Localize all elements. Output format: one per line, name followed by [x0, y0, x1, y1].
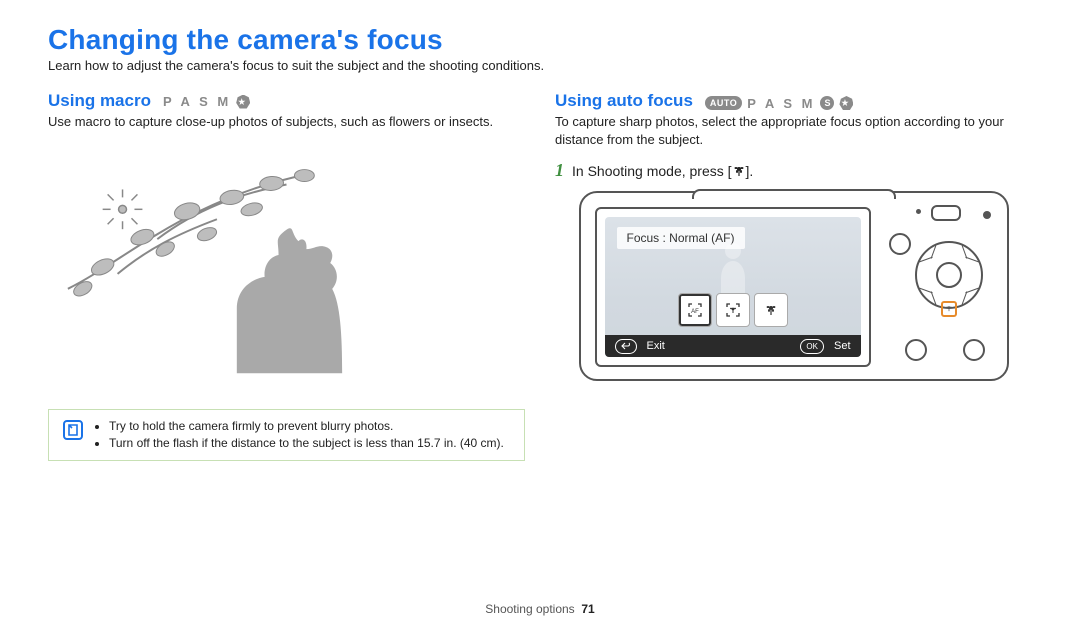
note-item: Turn off the flash if the distance to th… [109, 435, 504, 452]
mode-auto-icon: AUTO [705, 96, 742, 110]
mode-letters: P A S M [747, 96, 815, 111]
mode-magic-icon [236, 95, 250, 109]
page-title: Changing the camera's focus [48, 24, 1032, 56]
dpad-ok-button[interactable] [936, 262, 962, 288]
flower-person-illustration-svg [48, 139, 525, 379]
led-indicator-icon [916, 209, 921, 214]
set-label: Set [834, 340, 851, 352]
macro-body-text: Use macro to capture close-up photos of … [48, 113, 525, 131]
mode-magic-icon [839, 96, 853, 110]
screen-bottom-bar: Exit OK Set [605, 335, 861, 357]
left-column: Using macro P A S M Use macro to capture… [48, 91, 525, 461]
macro-button-icon [732, 164, 746, 181]
section-title-autofocus: Using auto focus [555, 91, 693, 111]
step-text-suffix: ]. [746, 163, 754, 179]
footer-section: Shooting options [485, 602, 574, 616]
step-1: 1 In Shooting mode, press [ ]. [555, 160, 1032, 181]
page-footer: Shooting options 71 [0, 602, 1080, 616]
zoom-button-icon[interactable] [889, 233, 911, 255]
ok-key-icon: OK [800, 339, 824, 354]
dpad-macro-key-highlight[interactable] [941, 301, 957, 317]
step-text: In Shooting mode, press [ ]. [572, 163, 753, 181]
camera-back-illustration: Focus : Normal (AF) AF [579, 191, 1009, 381]
step-number: 1 [555, 160, 564, 181]
macro-mode-badges: P A S M [163, 94, 250, 109]
focus-option-macro-af-icon[interactable] [716, 293, 750, 327]
mode-button-icon[interactable] [931, 205, 961, 221]
exit-label: Exit [647, 340, 665, 352]
step-text-prefix: In Shooting mode, press [ [572, 163, 732, 179]
note-list: Try to hold the camera firmly to prevent… [95, 418, 504, 453]
mode-s-icon: S [820, 96, 834, 110]
page-subtitle: Learn how to adjust the camera's focus t… [48, 58, 1032, 73]
record-button-icon[interactable] [983, 211, 991, 219]
note-item: Try to hold the camera firmly to prevent… [109, 418, 504, 435]
back-key-icon [615, 339, 637, 354]
autofocus-body-text: To capture sharp photos, select the appr… [555, 113, 1032, 148]
note-box: Try to hold the camera firmly to prevent… [48, 409, 525, 462]
svg-text:AF: AF [691, 309, 699, 315]
note-icon [63, 420, 83, 440]
focus-option-macro-icon[interactable] [754, 293, 788, 327]
mode-letters: P A S M [163, 94, 231, 109]
footer-page-number: 71 [581, 602, 594, 616]
focus-option-normal-af-icon[interactable]: AF [678, 293, 712, 327]
focus-option-row: AF [678, 293, 788, 327]
dpad[interactable] [915, 241, 983, 309]
macro-illustration [48, 139, 525, 379]
fn-button-icon[interactable] [963, 339, 985, 361]
section-title-macro: Using macro [48, 91, 151, 111]
autofocus-mode-badges: AUTO P A S M S [705, 96, 854, 111]
right-column: Using auto focus AUTO P A S M S To captu… [555, 91, 1032, 461]
camera-screen: Focus : Normal (AF) AF [595, 207, 871, 367]
menu-button-icon[interactable] [905, 339, 927, 361]
